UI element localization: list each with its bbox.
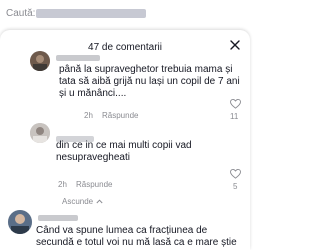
collapse-label: Ascunde — [62, 197, 94, 206]
avatar[interactable] — [30, 51, 50, 71]
avatar[interactable] — [8, 210, 32, 234]
heart-icon[interactable] — [230, 169, 241, 179]
username-blurred[interactable] — [56, 55, 100, 61]
username-blurred[interactable] — [38, 215, 78, 221]
search-term-blurred — [36, 9, 146, 18]
reply-button[interactable]: Răspunde — [102, 111, 138, 120]
like-count: 5 — [233, 182, 238, 191]
reply-text: din ce in ce mai multi copii vad nesupra… — [56, 140, 192, 163]
avatar[interactable] — [30, 123, 50, 143]
search-label: Caută: — [6, 8, 36, 19]
collapse-replies-button[interactable]: Ascunde — [62, 197, 103, 206]
heart-icon[interactable] — [230, 99, 241, 109]
reply-time: 2h — [84, 111, 93, 120]
search-bar[interactable]: Caută: — [0, 0, 250, 28]
like-count: 11 — [230, 112, 239, 121]
close-icon[interactable] — [229, 39, 241, 51]
chevron-up-icon — [96, 199, 103, 204]
reply-button[interactable]: Răspunde — [76, 180, 112, 189]
comment-text: Când va spune lumea ca fracțiunea de sec… — [36, 225, 237, 248]
reply-time: 2h — [58, 180, 67, 189]
comments-sheet: 47 de comentarii până la supraveghetor t… — [0, 30, 250, 250]
reply-text: până la supraveghetor trebuia mama și ta… — [59, 64, 240, 99]
